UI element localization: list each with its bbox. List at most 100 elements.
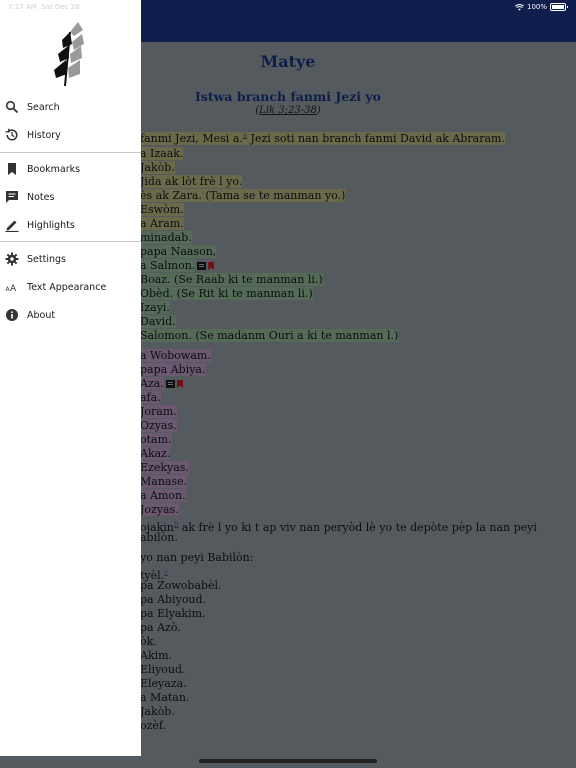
bookmark-icon[interactable] (208, 262, 215, 270)
verse-line[interactable]: a Matan. (140, 691, 189, 705)
menu-item-label: Settings (27, 253, 66, 265)
verse-line[interactable]: pa Abiyoud. (140, 593, 206, 607)
footnote-marker[interactable]: c (164, 568, 168, 576)
verse-line[interactable]: minadab. (140, 231, 192, 245)
verse-line[interactable]: Akim. (140, 649, 172, 663)
verse-text: Aza. (140, 377, 164, 390)
search-icon (5, 100, 19, 114)
verse-text-segment: a Wobowam. (140, 349, 211, 362)
verse-text: Eleyaza. (140, 677, 187, 690)
gear-icon (5, 252, 19, 266)
verse-text-segment: yo nan peyi Babilòn: (140, 551, 254, 564)
section-reference[interactable]: (Lik 3;23-38) (140, 105, 436, 116)
verse-line[interactable]: pa Elyakim. (140, 607, 206, 621)
verse-text-segment: Boaz. (Se Raab ki te manman li.) (140, 273, 323, 286)
verse-line[interactable]: ojakinb ak frè l yo ki t ap viv nan pery… (140, 517, 537, 535)
verse-line[interactable]: papa Abiya. (140, 363, 206, 377)
verse-line[interactable]: abilòn. (140, 531, 178, 545)
verse-text: fanmi Jezi, Mesi a.a Jezi soti nan branc… (140, 131, 505, 145)
menu-item-search[interactable]: Search (0, 93, 141, 121)
bookmark-icon[interactable] (176, 380, 183, 388)
verse-line[interactable]: papa Naason, (140, 245, 217, 259)
verse-line[interactable]: Eswòm. (140, 203, 184, 217)
menu-item-label: Notes (27, 191, 55, 203)
verse-text-segment: afa. (140, 391, 161, 404)
home-indicator[interactable] (199, 759, 377, 763)
verse-line[interactable]: a Izaak. (140, 147, 184, 161)
menu-item-settings[interactable]: Settings (0, 245, 141, 273)
verse-line[interactable]: pa Zowobabèl. (140, 579, 222, 593)
verse-line[interactable]: yo nan peyi Babilòn: (140, 551, 253, 565)
verse-line[interactable]: Eleyaza. (140, 677, 187, 691)
section-reference-link[interactable]: Lik 3;23-38 (259, 105, 317, 116)
note-icon[interactable] (197, 262, 207, 270)
verse-text: a Izaak. (140, 147, 184, 160)
verse-line[interactable]: Joram. (140, 405, 177, 419)
menu-item-label: Highlights (27, 219, 75, 231)
verse-line[interactable]: Jakòb. (140, 705, 175, 719)
verse-text: Akaz. (140, 447, 171, 460)
verse-text: papa Abiya. (140, 363, 206, 376)
verse-line[interactable]: pa Azò. (140, 621, 181, 635)
menu-item-text-appearance[interactable]: A A Text Appearance (0, 273, 141, 301)
verse-text-segment: Eswòm. (140, 203, 184, 216)
verse-text: Akim. (140, 649, 172, 662)
verse-line[interactable]: fanmi Jezi, Mesi a.a Jezi soti nan branc… (140, 128, 505, 146)
verse-text: a Amon. (140, 489, 186, 502)
verse-text-segment: Jida ak lòt frè l yo. (140, 175, 243, 188)
verse-line[interactable]: Salomon. (Se madanm Ouri a ki te manman … (140, 329, 399, 343)
verse-text-segment: Jezi soti nan branch fanmi David ak Abra… (247, 131, 505, 145)
note-icon[interactable] (165, 380, 175, 388)
verse-line[interactable]: Jakòb. (140, 161, 175, 175)
status-bar: 7:17 AM Sat Dec 28 100% (0, 0, 576, 14)
verse-text: Obèd. (Se Rit ki te manman li.) (140, 287, 313, 300)
verse-line[interactable]: Izayi. (140, 301, 170, 315)
verse-text: Boaz. (Se Raab ki te manman li.) (140, 273, 323, 286)
verse-text-segment: papa Abiya. (140, 363, 206, 376)
verse-text: Ezekyas. (140, 461, 189, 474)
verse-line[interactable]: Jozyas. (140, 503, 179, 517)
menu-item-label: About (27, 309, 56, 321)
verse-text-segment: Jakòb. (140, 705, 175, 718)
menu-item-notes[interactable]: Notes (0, 183, 141, 211)
verse-line[interactable]: otam. (140, 433, 172, 447)
verse-line[interactable]: David. (140, 315, 176, 329)
verse-line[interactable]: a Aram. (140, 217, 184, 231)
verse-line[interactable]: Manase. (140, 475, 188, 489)
menu-item-label: Bookmarks (27, 163, 81, 175)
verse-text-segment: a Izaak. (140, 147, 184, 160)
verse-line[interactable]: a Salmon. (140, 259, 215, 273)
verse-line[interactable]: Boaz. (Se Raab ki te manman li.) (140, 273, 323, 287)
verse-text-segment: a Salmon. (140, 259, 196, 272)
verse-text-segment: Aza. (140, 377, 164, 390)
verse-line[interactable]: òk. (140, 635, 157, 649)
verse-line[interactable]: a Wobowam. (140, 349, 211, 363)
verse-text-segment: David. (140, 315, 176, 328)
verse-text: a Aram. (140, 217, 184, 230)
wheat-icon (54, 22, 84, 87)
menu-item-about[interactable]: About (0, 301, 141, 329)
verse-line[interactable]: ès ak Zara. (Tama se te manman yo.) (140, 189, 346, 203)
menu-item-bookmarks[interactable]: Bookmarks (0, 155, 141, 183)
verse-line[interactable]: Ozyas. (140, 419, 177, 433)
verse-text-segment: fanmi Jezi, Mesi a. (140, 131, 243, 145)
menu-item-highlights[interactable]: Highlights (0, 211, 141, 239)
verse-line[interactable]: Ezekyas. (140, 461, 189, 475)
verse-line[interactable]: a Amon. (140, 489, 186, 503)
verse-text-segment: Jozyas. (140, 503, 179, 516)
menu-item-history[interactable]: History (0, 121, 141, 149)
verse-text-segment: Ezekyas. (140, 461, 189, 474)
menu-divider (0, 152, 141, 153)
verse-line[interactable]: Aza. (140, 377, 183, 391)
status-time: 7:17 AM (8, 3, 37, 11)
verse-line[interactable]: Jida ak lòt frè l yo. (140, 175, 243, 189)
verse-line[interactable]: Obèd. (Se Rit ki te manman li.) (140, 287, 313, 301)
verse-text-segment: Obèd. (Se Rit ki te manman li.) (140, 287, 313, 300)
verse-text: David. (140, 315, 176, 328)
verse-line[interactable]: afa. (140, 391, 161, 405)
verse-text-segment: pa Elyakim. (140, 607, 206, 620)
verse-line[interactable]: Eliyoud. (140, 663, 186, 677)
verse-line[interactable]: Akaz. (140, 447, 171, 461)
verse-line[interactable]: ozèf. (140, 719, 166, 733)
verse-text: abilòn. (140, 531, 178, 544)
